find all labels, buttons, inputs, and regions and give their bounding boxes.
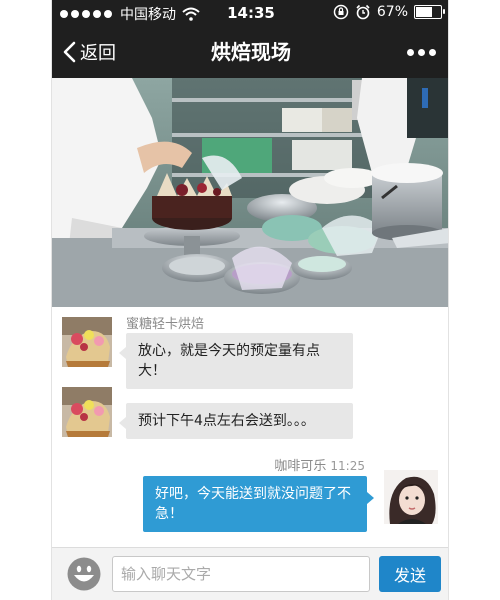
shop-avatar[interactable] xyxy=(62,387,112,437)
phone-screen: 中国移动 14:35 67% 返回 烘焙现场 蜜糖轻卡烘焙 放心，就是今天的预定… xyxy=(51,0,449,600)
sender-name: 蜜糖轻卡烘焙 xyxy=(126,317,205,332)
user-avatar[interactable] xyxy=(384,470,438,524)
message-time: 11:25 xyxy=(330,459,365,473)
message-bubble-incoming[interactable]: 预计下午4点左右会送到。。。 xyxy=(119,403,353,439)
my-name: 咖啡可乐 xyxy=(274,459,327,474)
battery-fill xyxy=(416,7,433,17)
message-bubble-incoming[interactable]: 放心，就是今天的预定量有点大！ xyxy=(119,333,353,389)
rotation-lock-icon xyxy=(333,4,349,20)
my-name-line: 咖啡可乐 11:25 xyxy=(232,455,365,474)
chat-message-input[interactable] xyxy=(112,556,370,592)
shop-avatar[interactable] xyxy=(62,317,112,367)
send-button[interactable]: 发送 xyxy=(379,556,441,592)
status-bar: 中国移动 14:35 67% xyxy=(52,0,448,26)
bakery-photo xyxy=(52,78,448,307)
back-chevron-icon xyxy=(63,41,76,63)
nav-bar: 返回 烘焙现场 xyxy=(52,26,448,78)
alarm-icon xyxy=(356,4,370,20)
back-label: 返回 xyxy=(80,43,116,64)
more-dots-icon[interactable] xyxy=(407,26,436,78)
battery-percent: 67% xyxy=(376,4,408,20)
input-bar: 发送 xyxy=(52,547,448,600)
battery-icon xyxy=(414,5,445,19)
smiley-face-icon[interactable] xyxy=(66,556,102,592)
back-button[interactable]: 返回 xyxy=(62,26,116,78)
message-bubble-outgoing[interactable]: 好吧，今天能送到就没问题了不急！ xyxy=(143,476,374,532)
chat-area[interactable]: 蜜糖轻卡烘焙 放心，就是今天的预定量有点大！ 预计下午4点左右会送到。。。 咖啡… xyxy=(52,307,448,547)
status-right: 67% xyxy=(333,4,445,20)
